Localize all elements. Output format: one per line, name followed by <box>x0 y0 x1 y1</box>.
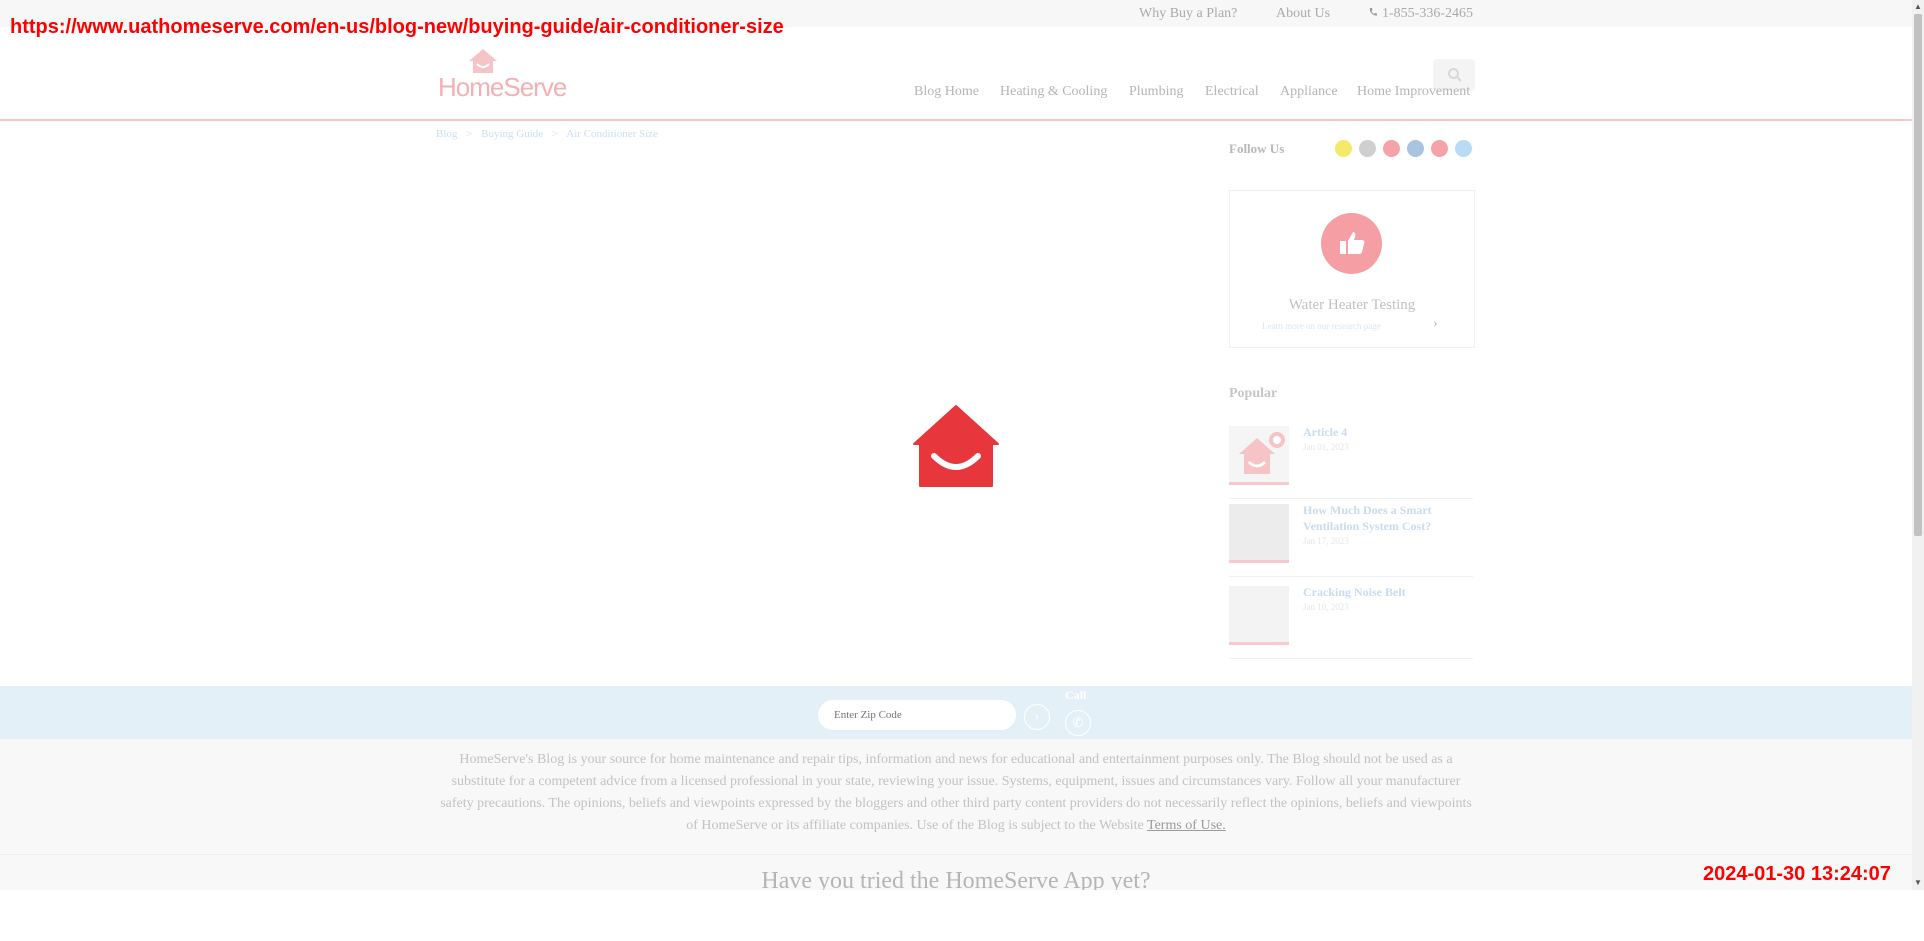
app-promo: Have you tried the HomeServe App yet? <box>0 854 1912 890</box>
nav-home-improvement[interactable]: Home Improvement <box>1357 84 1470 100</box>
youtube-icon[interactable] <box>1383 140 1400 157</box>
snapchat-icon[interactable] <box>1335 140 1352 157</box>
tiktok-icon[interactable] <box>1359 140 1376 157</box>
nav-appliance[interactable]: Appliance <box>1280 84 1338 100</box>
zip-submit-button[interactable]: › <box>1024 704 1050 730</box>
logo-house-icon <box>469 49 497 73</box>
scroll-down-arrow[interactable]: ▼ <box>1912 877 1924 889</box>
breadcrumb-separator: > <box>551 128 559 140</box>
why-buy-link[interactable]: Why Buy a Plan? <box>1139 6 1237 22</box>
phone-icon <box>1368 6 1378 22</box>
twitter-icon[interactable] <box>1455 140 1472 157</box>
zip-code-bar: › Call ✆ <box>0 686 1912 739</box>
url-overlay: https://www.uathomeserve.com/en-us/blog-… <box>10 16 784 38</box>
card-title: Water Heater Testing <box>1288 297 1416 313</box>
app-promo-heading: Have you tried the HomeServe App yet? <box>761 868 1151 890</box>
popular-heading: Popular <box>1229 386 1278 401</box>
popular-item-title[interactable]: Cracking Noise Belt <box>1303 584 1453 600</box>
footer-disclaimer: HomeServe's Blog is your source for home… <box>0 739 1912 854</box>
article-thumbnail <box>1229 586 1289 645</box>
popular-item-date: Jan 10, 2023 <box>1303 602 1349 612</box>
article-thumbnail <box>1229 504 1289 563</box>
popular-item[interactable]: Cracking Noise Belt Jan 10, 2023 <box>1229 584 1473 659</box>
logo-wordmark: HomeServe <box>438 72 567 102</box>
scrollbar-thumb[interactable] <box>1914 14 1922 536</box>
nav-plumbing[interactable]: Plumbing <box>1129 84 1183 100</box>
call-button[interactable]: ✆ <box>1065 710 1091 736</box>
search-icon <box>1448 68 1462 82</box>
popular-item-date: Jan 01, 2023 <box>1303 442 1349 452</box>
popular-item[interactable]: Article 4 Jan 01, 2023 <box>1229 424 1473 499</box>
popular-item-date: Jan 17, 2023 <box>1303 536 1349 546</box>
homeserve-logo[interactable]: HomeServe <box>438 48 578 108</box>
breadcrumb: Blog > Buying Guide > Air Conditioner Si… <box>436 128 664 140</box>
linkedin-icon[interactable] <box>1407 140 1424 157</box>
nav-heating-cooling[interactable]: Heating & Cooling <box>1000 84 1107 100</box>
about-us-link[interactable]: About Us <box>1276 6 1330 22</box>
homeserve-house-icon <box>912 404 1000 488</box>
breadcrumb-current: Air Conditioner Size <box>566 128 658 140</box>
card-link[interactable]: Learn more on our research page <box>1262 321 1381 331</box>
phone-number-link[interactable]: 1-855-336-2465 <box>1382 6 1473 22</box>
timestamp-overlay: 2024-01-30 13:24:07 <box>1703 863 1891 885</box>
video-icon[interactable] <box>1431 140 1448 157</box>
site-header: Blog Home Heating & Cooling Plumbing Ele… <box>0 27 1912 121</box>
call-label: Call <box>1065 688 1087 702</box>
popular-item[interactable]: How Much Does a Smart Ventilation System… <box>1229 502 1473 577</box>
article-thumbnail <box>1229 426 1289 485</box>
breadcrumb-separator: > <box>466 128 473 140</box>
thumbs-up-icon <box>1321 213 1382 274</box>
research-card[interactable]: Water Heater Testing Learn more on our r… <box>1229 190 1475 348</box>
nav-blog-home[interactable]: Blog Home <box>914 84 979 100</box>
breadcrumb-blog[interactable]: Blog <box>436 128 457 140</box>
breadcrumb-buying-guide[interactable]: Buying Guide <box>481 128 543 140</box>
zip-code-input[interactable] <box>818 700 1016 730</box>
follow-us-label: Follow Us <box>1229 141 1285 156</box>
popular-item-title[interactable]: How Much Does a Smart Ventilation System… <box>1303 502 1453 534</box>
chevron-right-icon[interactable]: › <box>1433 316 1438 332</box>
nav-electrical[interactable]: Electrical <box>1205 84 1259 100</box>
popular-item-title[interactable]: Article 4 <box>1303 424 1453 440</box>
scroll-up-arrow[interactable]: ▲ <box>1912 1 1924 13</box>
page: Why Buy a Plan? About Us 1-855-336-2465 … <box>0 0 1912 890</box>
disclaimer-text: HomeServe's Blog is your source for home… <box>436 749 1476 837</box>
vertical-scrollbar[interactable]: ▲ ▼ <box>1912 0 1924 890</box>
disclaimer-body: HomeServe's Blog is your source for home… <box>440 752 1472 833</box>
terms-of-use-link[interactable]: Terms of Use. <box>1147 818 1226 833</box>
